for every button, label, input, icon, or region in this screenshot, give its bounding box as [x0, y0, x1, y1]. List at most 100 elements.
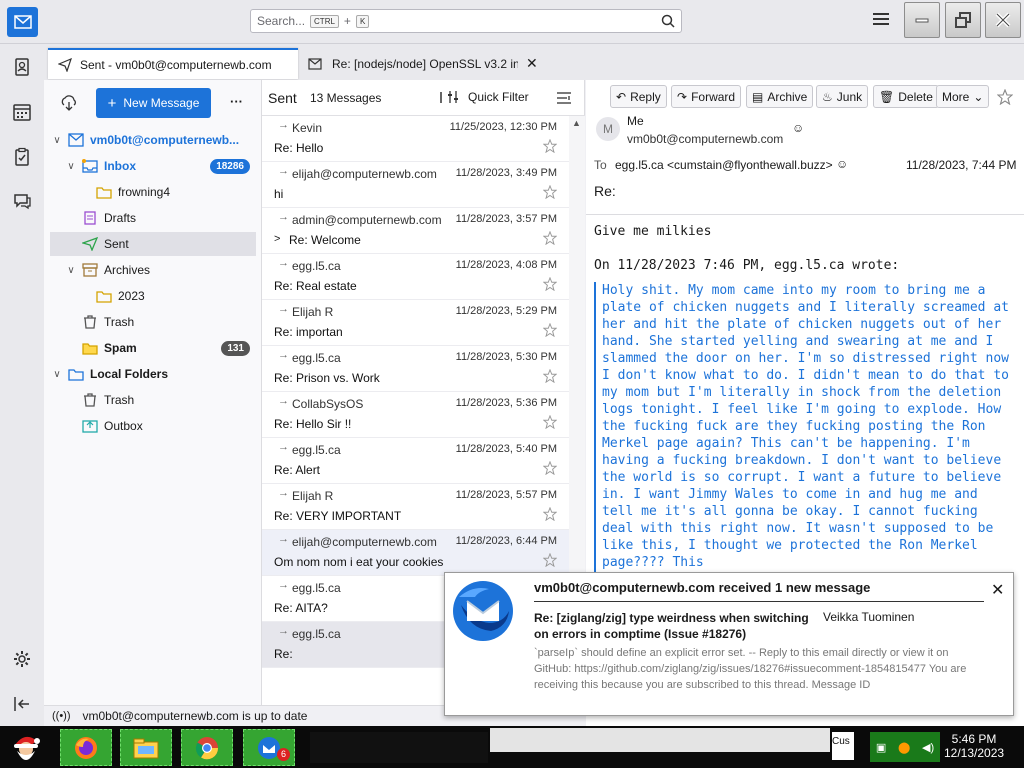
settings-gear-icon[interactable] — [12, 649, 32, 669]
folder-spam[interactable]: Spam 131 — [50, 336, 256, 360]
star-icon[interactable] — [543, 461, 557, 475]
unread-badge: 6 — [277, 748, 290, 761]
twisty-down-icon[interactable]: ∨ — [50, 135, 64, 146]
collapse-toolbar-icon[interactable] — [12, 694, 32, 714]
folder-pane-menu-icon[interactable]: ··· — [230, 94, 243, 109]
get-messages-icon[interactable] — [60, 94, 78, 112]
contact-icon[interactable]: ☺ — [836, 157, 848, 171]
message-row[interactable]: → egg.l5.ca 11/28/2023, 5:40 PM Re: Alert — [262, 438, 569, 484]
star-icon[interactable] — [543, 277, 557, 291]
mail-app-button[interactable] — [7, 7, 38, 37]
star-icon[interactable] — [997, 89, 1013, 105]
close-notification-icon[interactable]: ✕ — [991, 580, 1004, 600]
message-date: 11/28/2023, 5:57 PM — [455, 489, 557, 501]
address-book-icon[interactable] — [12, 57, 32, 77]
minimize-button[interactable] — [904, 2, 940, 38]
from-address[interactable]: vm0b0t@computernewb.com — [627, 132, 783, 146]
message-row[interactable]: → Elijah R 11/28/2023, 5:57 PM Re: VERY IMP… — [262, 484, 569, 530]
star-icon[interactable] — [543, 507, 557, 521]
chat-icon[interactable] — [12, 191, 32, 211]
trash-icon: 🗑 — [879, 89, 895, 104]
new-mail-notification[interactable]: vm0b0t@computernewb.com received 1 new m… — [444, 572, 1014, 716]
clock[interactable]: 5:46 PM 12/13/2023 — [944, 732, 1004, 760]
message-date: 11/28/2023, 5:29 PM — [455, 305, 557, 317]
reply-icon: ↶ — [616, 89, 627, 104]
taskbar-chrome[interactable] — [181, 729, 233, 766]
network-icon[interactable]: ▣ — [876, 741, 886, 754]
folder-frowning4[interactable]: frowning4 — [50, 180, 256, 204]
folder-sent[interactable]: Sent — [50, 232, 256, 256]
star-icon[interactable] — [543, 139, 557, 153]
twisty-down-icon[interactable]: ∨ — [64, 161, 78, 172]
tab-message[interactable]: Re: [nodejs/node] OpenSSL v3.2 in ✕ — [298, 48, 548, 79]
display-options-icon[interactable] — [556, 91, 572, 105]
reply-button[interactable]: ↶ Reply — [610, 85, 667, 108]
avatar: M — [596, 117, 620, 141]
folder-outbox[interactable]: Outbox — [50, 414, 256, 438]
calendar-icon[interactable] — [12, 102, 32, 122]
message-row[interactable]: → elijah@computernewb.com 11/28/2023, 3:49… — [262, 162, 569, 208]
scroll-up-icon[interactable]: ▲ — [572, 118, 581, 128]
star-icon[interactable] — [543, 553, 557, 567]
tasks-icon[interactable] — [12, 147, 32, 167]
star-icon[interactable] — [543, 415, 557, 429]
folder-label: Spam — [104, 341, 137, 355]
search-icon[interactable] — [661, 14, 675, 28]
message-row[interactable]: → egg.l5.ca 11/28/2023, 4:08 PM Re: Real es… — [262, 254, 569, 300]
message-sender: elijah@computernewb.com — [292, 167, 437, 181]
contact-icon[interactable]: ☺ — [792, 121, 804, 135]
star-icon[interactable] — [543, 369, 557, 383]
folder-inbox[interactable]: ∨ Inbox 18286 — [50, 154, 256, 178]
folder-2023[interactable]: 2023 — [50, 284, 256, 308]
message-row[interactable]: → Kevin 11/25/2023, 12:30 PM Re: Hello — [262, 116, 569, 162]
message-row[interactable]: → admin@computernewb.com 11/28/2023, 3:57 … — [262, 208, 569, 254]
folder-archives[interactable]: ∨ Archives — [50, 258, 256, 282]
folder-label: Trash — [104, 315, 135, 329]
forward-button[interactable]: ↷ Forward — [671, 85, 742, 108]
close-window-button[interactable] — [985, 2, 1021, 38]
folder-local-folders[interactable]: ∨ Local Folders — [50, 362, 256, 386]
to-address[interactable]: egg.l5.ca <cumstain@flyonthewall.buzz> — [615, 158, 833, 172]
message-row[interactable]: → egg.l5.ca 11/28/2023, 5:30 PM Re: Prison … — [262, 346, 569, 392]
junk-button[interactable]: ♨ Junk — [816, 85, 869, 108]
close-tab-icon[interactable]: ✕ — [526, 55, 538, 72]
from-name[interactable]: Me — [627, 114, 644, 128]
message-row[interactable]: → elijah@computernewb.com 11/28/2023, 6:44… — [262, 530, 569, 576]
folder-drafts[interactable]: Drafts — [50, 206, 256, 230]
quick-filter-button[interactable]: Quick Filter — [440, 90, 529, 104]
archive-button[interactable]: ▤ Archive — [746, 85, 814, 108]
delete-button[interactable]: 🗑 Delete — [873, 85, 939, 108]
restore-button[interactable] — [945, 2, 981, 38]
taskbar-explorer[interactable] — [120, 729, 172, 766]
volume-icon[interactable]: ◀) — [922, 741, 934, 754]
start-button[interactable] — [4, 728, 48, 766]
taskbar-blank-window[interactable] — [310, 732, 488, 763]
local-folder-icon — [68, 369, 84, 381]
search-input[interactable]: Search... CTRL + K — [250, 9, 682, 33]
new-message-button[interactable]: + New Message — [96, 88, 211, 118]
star-icon[interactable] — [543, 323, 557, 337]
thread-twisty-icon[interactable]: > — [274, 233, 280, 245]
forward-label: Forward — [691, 89, 736, 104]
app-menu-icon[interactable] — [873, 13, 889, 27]
twisty-down-icon[interactable]: ∨ — [50, 369, 64, 380]
folder-account[interactable]: ∨ vm0b0t@computernewb... — [50, 128, 256, 152]
folder-local-trash[interactable]: Trash — [50, 388, 256, 412]
more-button[interactable]: More ⌄ — [936, 85, 990, 108]
taskbar-window[interactable] — [490, 728, 830, 752]
folder-trash[interactable]: Trash — [50, 310, 256, 334]
star-icon[interactable] — [543, 185, 557, 199]
taskbar-firefox[interactable] — [60, 729, 112, 766]
message-subject: Re: AITA? — [274, 601, 328, 615]
taskbar-thunderbird[interactable]: 6 — [243, 729, 295, 766]
message-row[interactable]: → Elijah R 11/28/2023, 5:29 PM Re: importan — [262, 300, 569, 346]
reply-label: Reply — [630, 89, 661, 104]
message-row[interactable]: → CollabSysOS 11/28/2023, 5:36 PM Re: Hello… — [262, 392, 569, 438]
star-icon[interactable] — [543, 231, 557, 245]
security-icon[interactable]: ⬤ — [898, 741, 910, 754]
notification-preview: `parseIp` should define an explicit erro… — [534, 647, 967, 691]
restore-icon — [955, 12, 971, 28]
tab-sent[interactable]: Sent - vm0b0t@computernewb.com — [48, 48, 298, 79]
sent-icon — [82, 237, 98, 251]
twisty-down-icon[interactable]: ∨ — [64, 265, 78, 276]
